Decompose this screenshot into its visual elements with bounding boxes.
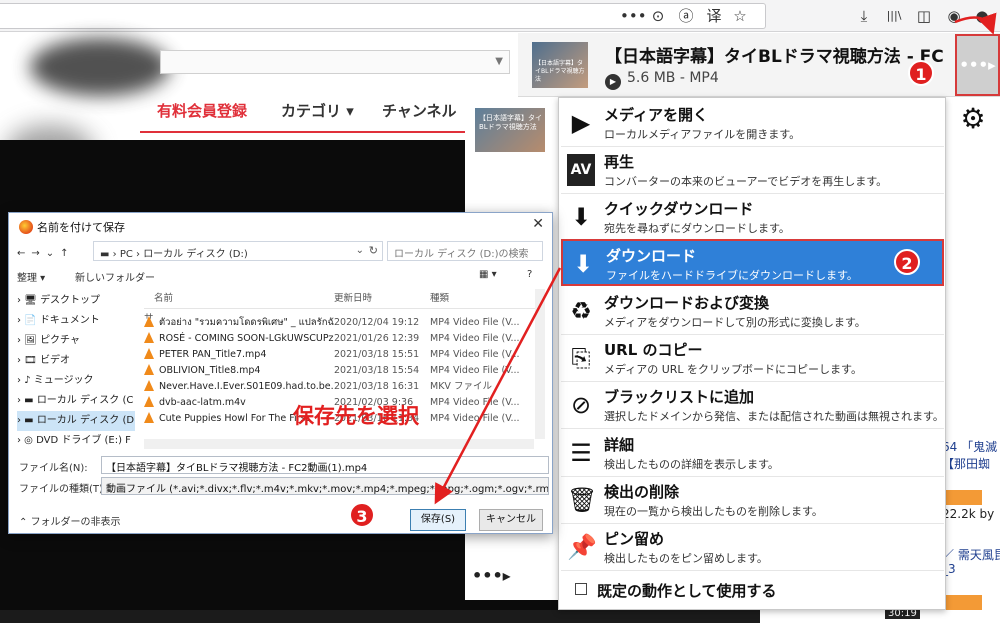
annotation-arrows <box>434 12 997 505</box>
arrow-to-save <box>434 267 562 505</box>
arrow-to-menu-button <box>954 12 997 35</box>
